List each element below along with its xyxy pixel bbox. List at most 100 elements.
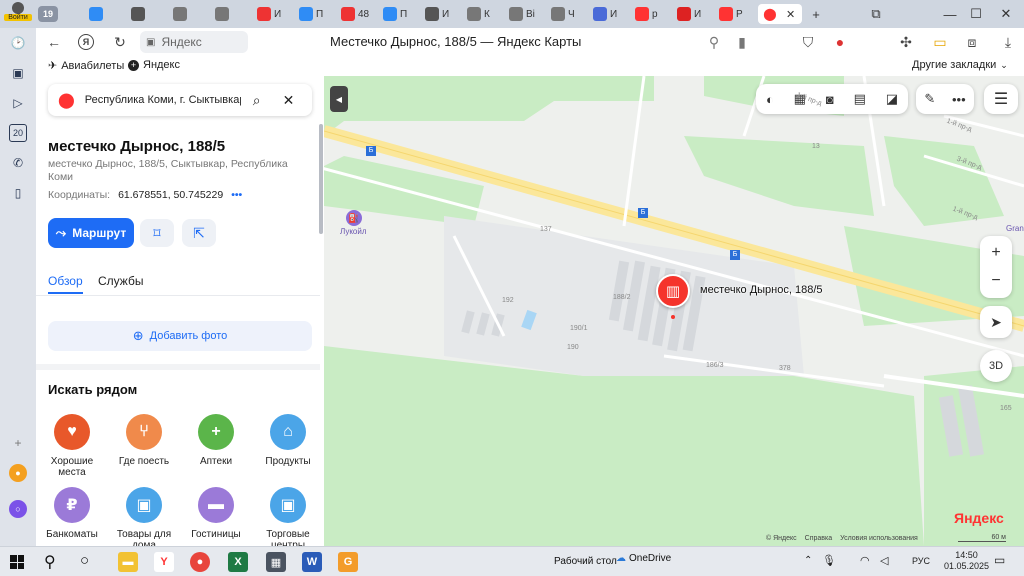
nearby-category[interactable]: ♥ Хорошие места [36, 414, 108, 478]
3d-button[interactable]: 3D [980, 350, 1012, 382]
fuel-station-icon[interactable]: ⛽ [346, 210, 362, 226]
orange-app-icon[interactable]: ● [9, 464, 27, 482]
share-button[interactable]: ⇱ [182, 219, 216, 247]
reload-icon[interactable]: ↻ [110, 32, 130, 52]
browser-tab[interactable]: 48 [336, 4, 378, 24]
nearby-category[interactable]: ₽ Банкоматы [36, 487, 108, 540]
bookmark-yandex[interactable]: + Яндекс [128, 59, 180, 71]
browser-tab[interactable] [84, 4, 126, 24]
search-icon[interactable]: ⚲ [44, 552, 56, 572]
new-tab-button[interactable]: + [804, 4, 828, 24]
tab-manager-icon[interactable]: ⧉ [864, 4, 888, 24]
bookmark-button[interactable]: ⌑ [140, 219, 174, 247]
minimize-button[interactable]: — [938, 4, 962, 24]
browser-tab[interactable]: П [378, 4, 420, 24]
overlay-icon[interactable]: ◪ [886, 91, 898, 107]
locate-button[interactable]: ➤ [980, 306, 1012, 338]
close-tab-icon[interactable]: ✕ [786, 8, 795, 21]
browser-tab[interactable] [210, 4, 252, 24]
browser-tab[interactable]: Ві [504, 4, 546, 24]
notifications-icon[interactable]: ▭ [994, 553, 1005, 567]
location-icon[interactable]: ⚲ [704, 32, 724, 52]
counter-20-icon[interactable]: 20 [9, 124, 27, 142]
menu-button[interactable]: ☰ [984, 84, 1018, 114]
yandex-button-icon[interactable]: Я [78, 34, 94, 50]
nearby-category[interactable]: ⌂ Продукты [252, 414, 324, 467]
map-canvas[interactable]: ◀ ◐ ▦ ◙ ▤ ◪ ✎ ••• ☰ + − ➤ 3D ▥ местечко … [324, 76, 1024, 546]
tab-groups-icon[interactable]: ⧈ [962, 32, 982, 52]
extensions-puzzle-icon[interactable]: ✣ [896, 32, 916, 52]
phone-icon[interactable]: ▯ [9, 184, 27, 202]
place-marker[interactable]: ▥ [656, 274, 690, 308]
downloads-icon[interactable]: ⤓ [998, 32, 1018, 52]
bookmark-page-icon[interactable]: ▮ [732, 32, 752, 52]
nearby-category[interactable]: ▣ Торговые центры [252, 487, 324, 546]
alice-icon[interactable]: ○ [9, 500, 27, 518]
tab-counter[interactable]: 19 [38, 6, 58, 22]
battery-saver-icon[interactable]: ▭ [930, 32, 950, 52]
zoom-in-button[interactable]: + [991, 244, 1000, 262]
browser-tab[interactable]: К [462, 4, 504, 24]
history-icon[interactable]: 🕑 [9, 34, 27, 52]
language-indicator[interactable]: РУС [912, 556, 930, 566]
layers-icon[interactable]: ◐ [766, 92, 774, 107]
app-orange-icon[interactable]: G [338, 552, 358, 572]
file-explorer-icon[interactable]: ▬ [118, 552, 138, 572]
add-photo-button[interactable]: ⊕ Добавить фото [48, 321, 312, 351]
desktop-label[interactable]: Рабочий стол [554, 556, 617, 567]
browser-tab[interactable]: И [588, 4, 630, 24]
browser-tab[interactable] [168, 4, 210, 24]
nearby-category[interactable]: + Аптеки [180, 414, 252, 467]
account-button[interactable]: Войти [4, 2, 32, 26]
copyright-link[interactable]: © Яндекс [766, 535, 797, 542]
bus-stop-icon[interactable]: Б [366, 146, 376, 156]
close-window-button[interactable]: ✕ [994, 4, 1018, 24]
browser-tab[interactable]: И [420, 4, 462, 24]
volume-icon[interactable]: ◁ [880, 554, 888, 567]
yandex-browser-icon[interactable]: Y [154, 552, 174, 572]
chrome-icon[interactable]: ● [190, 552, 210, 572]
zoom-out-button[interactable]: − [991, 272, 1000, 290]
tab-active-maps[interactable]: ⬤ ✕ [758, 4, 802, 24]
clock[interactable]: 14:50 01.05.2025 [944, 550, 989, 572]
back-arrow-icon[interactable]: ← [44, 32, 64, 52]
word-icon[interactable]: W [302, 552, 322, 572]
browser-tab[interactable] [126, 4, 168, 24]
wifi-icon[interactable]: ◠ [860, 554, 870, 567]
browser-tab[interactable]: И [252, 4, 294, 24]
task-view-icon[interactable]: ○ [80, 552, 89, 569]
search-icon[interactable]: ⌕ [253, 92, 261, 109]
calculator-icon[interactable]: ▦ [266, 552, 286, 572]
mic-icon[interactable]: 🎙 [822, 554, 836, 567]
help-link[interactable]: Справка [805, 535, 832, 542]
windows-start-icon[interactable] [10, 555, 24, 569]
coordinates-value[interactable]: 61.678551, 50.745229 [118, 189, 223, 201]
more-icon[interactable]: ••• [952, 92, 966, 107]
excel-icon[interactable]: X [228, 552, 248, 572]
browser-tab[interactable]: р [630, 4, 672, 24]
browser-tab[interactable]: Р [714, 4, 756, 24]
bookmark-aviabilety[interactable]: ✈ Авиабилеты [48, 59, 124, 73]
route-button[interactable]: ⤳ Маршрут [48, 218, 134, 248]
panorama-icon[interactable]: ◙ [826, 92, 834, 107]
address-bar[interactable]: ▣ Яндекс [140, 31, 248, 53]
browser-tab[interactable]: П [294, 4, 336, 24]
maximize-button[interactable]: ☐ [964, 4, 988, 24]
transport-icon[interactable]: ▤ [854, 91, 866, 107]
ruler-icon[interactable]: ✎ [924, 91, 935, 107]
tab-overview[interactable]: Обзор [48, 274, 83, 294]
nearby-category[interactable]: ▣ Товары для дома [108, 487, 180, 546]
messenger-icon[interactable]: ✆ [9, 154, 27, 172]
tab-services[interactable]: Службы [98, 274, 143, 288]
terms-link[interactable]: Условия использования [840, 535, 918, 542]
nearby-category[interactable]: ▬ Гостиницы [180, 487, 252, 540]
search-box[interactable]: ⬤ Республика Коми, г. Сыктывкар ⌕ ✕ [48, 84, 312, 116]
search-input[interactable]: Республика Коми, г. Сыктывкар [85, 94, 241, 106]
browser-tab[interactable]: Ч [546, 4, 588, 24]
collapse-panel-button[interactable]: ◀ [330, 86, 348, 112]
collections-icon[interactable]: ▣ [9, 64, 27, 82]
more-icon[interactable]: ••• [231, 189, 242, 201]
browser-tab[interactable]: И [672, 4, 714, 24]
add-panel-icon[interactable]: + [9, 434, 27, 452]
close-icon[interactable]: ✕ [283, 92, 295, 109]
